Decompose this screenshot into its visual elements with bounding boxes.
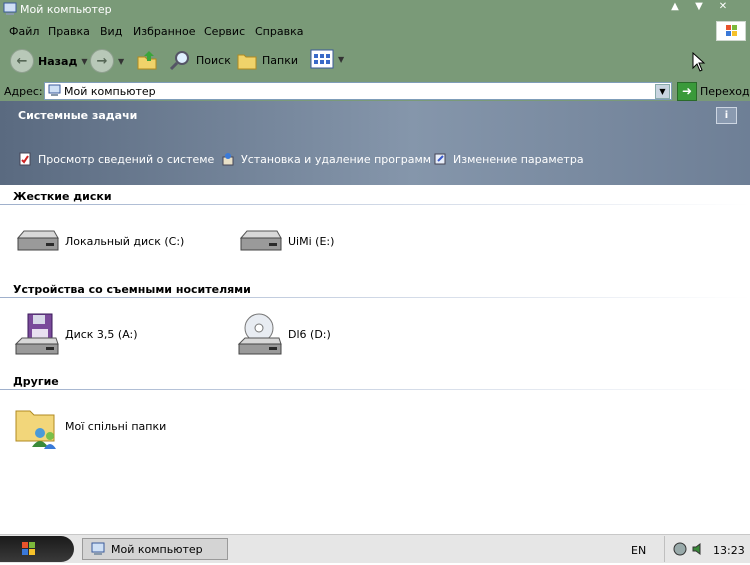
section-other-title: Другие [13, 375, 59, 388]
language-indicator[interactable]: EN [631, 544, 646, 557]
address-input[interactable]: Мой компьютер ▼ [44, 82, 672, 100]
folders-label: Папки [262, 53, 298, 67]
task-label: Изменение параметра [453, 152, 584, 166]
search-label: Поиск [196, 53, 231, 67]
drive-d[interactable]: Dl6 (D:) [237, 312, 331, 356]
section-hard-disks-title: Жесткие диски [13, 190, 112, 203]
dropdown-arrow-icon[interactable]: ▼ [338, 55, 344, 64]
views-icon [310, 49, 334, 69]
control-panel-icon [434, 153, 446, 165]
section-divider [0, 297, 750, 298]
up-folder-button[interactable] [136, 49, 158, 71]
menu-bar: Файл Правка Вид Избранное Сервис Справка [0, 19, 750, 41]
toolbar: ← Назад ▼ → ▼ Поиск Папки ▼ [0, 41, 750, 81]
back-button[interactable]: ← Назад ▼ [10, 49, 87, 73]
drive-label: UiMi (E:) [288, 234, 335, 248]
folders-icon [237, 54, 257, 70]
menu-tools[interactable]: Сервис [204, 25, 245, 38]
drive-a[interactable]: Диск 3,5 (A:) [14, 312, 138, 356]
folders-button[interactable]: Папки [236, 49, 298, 71]
start-button[interactable] [0, 536, 74, 562]
search-button[interactable]: Поиск [168, 49, 231, 71]
computer-icon [48, 84, 61, 96]
system-tray: 13:23 [664, 536, 750, 562]
chevron-down-icon[interactable]: ▼ [655, 84, 670, 99]
folder-up-icon [137, 51, 157, 70]
address-value: Мой компьютер [64, 85, 156, 98]
go-arrow-icon[interactable]: ➜ [677, 82, 697, 101]
shared-folders-item[interactable]: Мої спільні папки [14, 403, 166, 449]
mouse-cursor-icon [692, 52, 706, 72]
title-bar: Мой компьютер ▲ ▼ ✕ [0, 0, 750, 19]
tasks-header: Системные задачи [18, 109, 138, 122]
search-icon [169, 51, 189, 71]
info-icon[interactable]: i [716, 107, 737, 124]
back-label: Назад [38, 54, 78, 68]
minimize-button[interactable]: ▲ [666, 1, 684, 13]
forward-button[interactable]: → ▼ [90, 49, 124, 73]
drive-label: Диск 3,5 (A:) [65, 327, 138, 341]
task-label: Установка и удаление программ [241, 152, 432, 166]
hard-drive-icon [239, 230, 282, 251]
dropdown-arrow-icon[interactable]: ▼ [118, 57, 124, 66]
views-button[interactable]: ▼ [310, 49, 344, 69]
windows-logo-icon [22, 542, 35, 555]
windows-logo-icon [716, 21, 746, 41]
section-divider [0, 204, 750, 205]
system-info-icon [19, 152, 31, 166]
menu-edit[interactable]: Правка [48, 25, 90, 38]
menu-view[interactable]: Вид [100, 25, 122, 38]
add-remove-programs-icon [222, 153, 234, 166]
close-button[interactable]: ✕ [714, 1, 732, 13]
address-bar: Адрес: Мой компьютер ▼ ➜ Переход [0, 81, 750, 101]
shared-folder-icon [15, 410, 56, 449]
address-label: Адрес: [4, 85, 43, 98]
menu-help[interactable]: Справка [255, 25, 303, 38]
folder-label: Мої спільні папки [65, 419, 167, 433]
cd-drive-icon [237, 313, 282, 355]
task-label: Просмотр сведений о системе [38, 152, 215, 166]
drive-label: Локальный диск (C:) [65, 234, 185, 248]
task-view-system-info[interactable]: Просмотр сведений о системе [18, 152, 214, 166]
window-title: Мой компьютер [20, 3, 112, 16]
dropdown-arrow-icon[interactable]: ▼ [81, 57, 87, 66]
taskbar-window-label: Мой компьютер [111, 542, 203, 556]
volume-icon[interactable] [691, 542, 705, 556]
back-arrow-icon: ← [10, 49, 34, 73]
section-divider [0, 389, 750, 390]
computer-icon [91, 542, 105, 555]
drive-e[interactable]: UiMi (E:) [237, 228, 334, 254]
maximize-button[interactable]: ▼ [690, 1, 708, 13]
network-icon[interactable] [673, 542, 687, 556]
system-tasks-panel: Системные задачи i Просмотр сведений о с… [0, 101, 750, 185]
hard-drive-icon [16, 230, 59, 251]
drive-c[interactable]: Локальный диск (C:) [14, 228, 184, 254]
menu-favorites[interactable]: Избранное [133, 25, 195, 38]
task-add-remove-programs[interactable]: Установка и удаление программ [221, 152, 431, 166]
clock[interactable]: 13:23 [713, 544, 745, 557]
taskbar-window-button[interactable]: Мой компьютер [82, 538, 228, 560]
taskbar: Мой компьютер EN 13:23 [0, 534, 750, 563]
floppy-drive-icon [14, 313, 59, 355]
forward-arrow-icon: → [90, 49, 114, 73]
drive-label: Dl6 (D:) [288, 327, 331, 341]
computer-icon [3, 2, 17, 15]
section-removable-title: Устройства со съемными носителями [13, 283, 251, 296]
menu-file[interactable]: Файл [9, 25, 39, 38]
go-button-label[interactable]: Переход [700, 85, 750, 98]
task-change-setting[interactable]: Изменение параметра [433, 152, 584, 166]
